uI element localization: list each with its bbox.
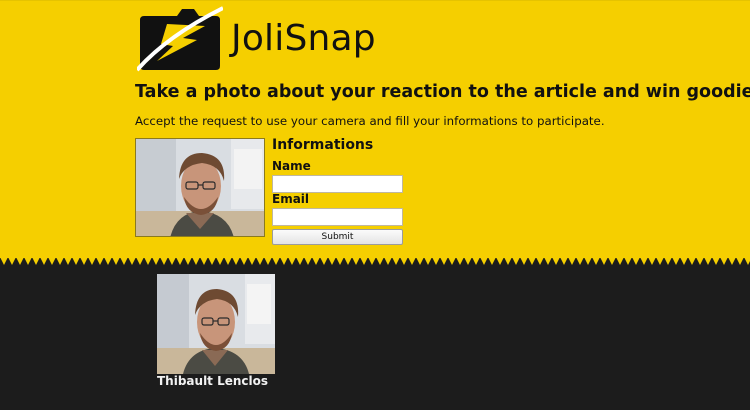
page-headline: Take a photo about your reaction to the … (135, 82, 750, 102)
camera-logo-icon (137, 6, 223, 72)
form-title: Informations (272, 137, 374, 153)
gallery-author-name: Thibault Lenclos (157, 374, 269, 388)
portrait-image (136, 139, 264, 236)
brand-name: JoliSnap (231, 18, 376, 59)
portrait-image (157, 274, 275, 374)
email-label: Email (272, 192, 310, 206)
name-label: Name (272, 159, 311, 173)
submit-button[interactable]: Submit (272, 229, 403, 245)
gallery-photo[interactable] (157, 274, 275, 374)
camera-preview (135, 138, 265, 237)
zigzag-divider (0, 257, 750, 267)
name-input[interactable] (272, 175, 403, 193)
email-input[interactable] (272, 208, 403, 226)
instructions-text: Accept the request to use your camera an… (135, 114, 605, 128)
